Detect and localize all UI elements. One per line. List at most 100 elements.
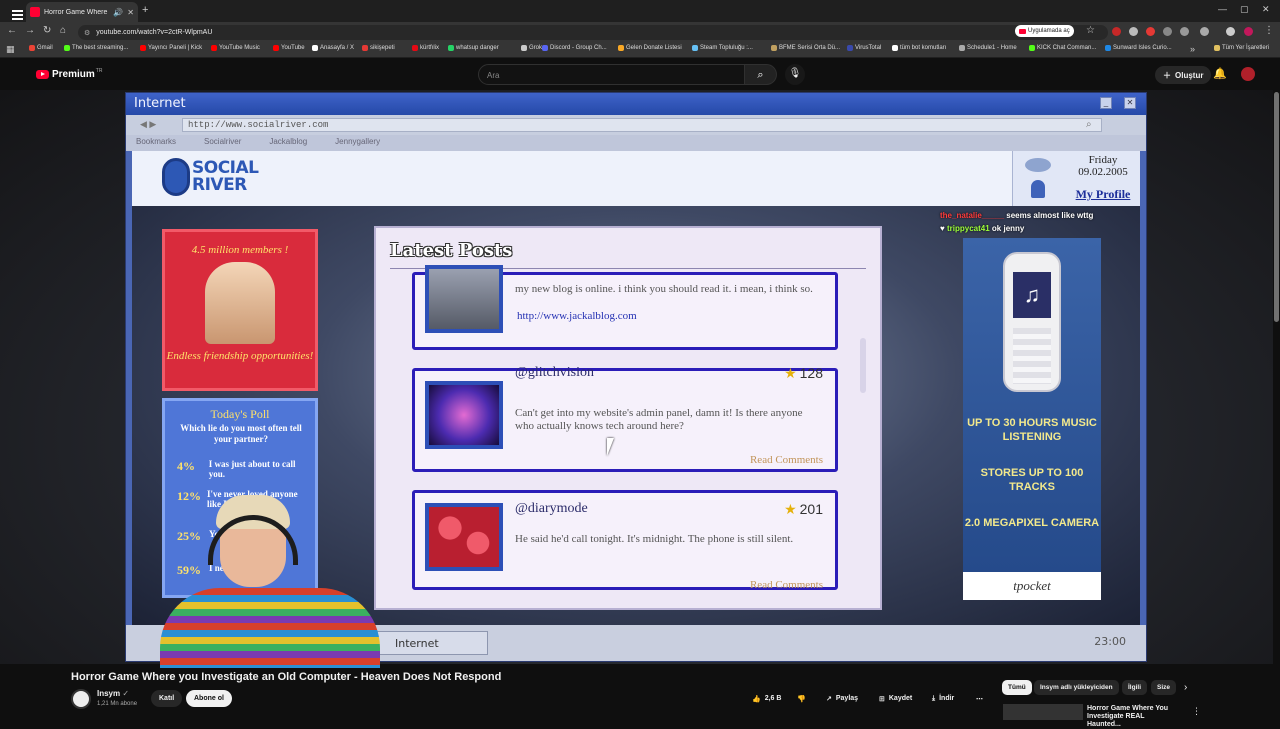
verified-icon: ✓ bbox=[122, 689, 130, 698]
phone-ad: ♫ UP TO 30 HOURS MUSIC LISTENING STORES … bbox=[963, 238, 1101, 600]
bookmark-item[interactable]: Schedule1 - Home bbox=[959, 45, 1017, 51]
socialriver-logo: SOCIAL RIVER bbox=[162, 158, 259, 196]
download-icon[interactable] bbox=[1226, 27, 1235, 36]
join-button[interactable]: Katıl bbox=[151, 690, 183, 707]
members-ad: 4.5 million members ! Endless friendship… bbox=[162, 229, 318, 391]
chip-from-uploader[interactable]: Insym adlı yükleyiciden bbox=[1034, 680, 1119, 695]
share-button[interactable]: ↗ Paylaş bbox=[826, 690, 858, 707]
extension-icon[interactable] bbox=[1146, 27, 1155, 36]
my-profile-link: My Profile bbox=[1075, 187, 1131, 201]
webcam-overlay bbox=[150, 493, 380, 668]
bookmark-favicon-icon bbox=[412, 45, 418, 51]
extension-icon[interactable] bbox=[1112, 27, 1121, 36]
chips-next-icon[interactable]: › bbox=[1184, 682, 1187, 693]
members-ad-headline: 4.5 million members ! bbox=[191, 244, 289, 256]
bookmark-item[interactable]: VirusTotal bbox=[847, 45, 881, 51]
open-in-app-button[interactable]: Uygulamada aç bbox=[1015, 25, 1074, 37]
bookmark-favicon-icon bbox=[1105, 45, 1111, 51]
recommended-more-icon[interactable]: ⋮ bbox=[1192, 706, 1201, 717]
apps-grid-icon[interactable]: ▦ bbox=[6, 44, 15, 55]
browser-tab-bar: Horror Game Where you Investigate an Old… bbox=[0, 0, 1280, 22]
youtube-app-icon bbox=[1019, 28, 1026, 34]
close-tab-icon[interactable]: ✕ bbox=[127, 8, 134, 17]
create-button[interactable]: ＋ Oluştur bbox=[1155, 66, 1212, 84]
more-bookmarks-icon[interactable]: » bbox=[1190, 44, 1195, 54]
extension-icon[interactable] bbox=[1163, 27, 1172, 36]
bookmark-item[interactable]: Anasayfa / X bbox=[312, 45, 354, 51]
bookmark-item[interactable]: Yayıncı Paneli | Kick bbox=[140, 45, 202, 51]
back-icon[interactable]: ← bbox=[7, 25, 17, 36]
post-username: @diarymode bbox=[515, 501, 588, 516]
bookmark-item[interactable]: whatsup danger bbox=[448, 45, 499, 51]
minimize-icon[interactable]: — bbox=[1218, 4, 1227, 14]
bookmark-item[interactable]: BFME Serisi Orta Dü... bbox=[771, 45, 840, 51]
reload-icon[interactable]: ↻ bbox=[43, 25, 51, 36]
browser-tab[interactable]: Horror Game Where you Investigate an Old… bbox=[26, 2, 138, 22]
speaker-icon[interactable]: 🔊 bbox=[113, 8, 123, 17]
subscribe-button[interactable]: Abone ol bbox=[186, 690, 232, 707]
bookmark-item[interactable]: Grok bbox=[521, 45, 542, 51]
channel-name[interactable]: Insym ✓ bbox=[97, 689, 129, 698]
chip-all[interactable]: Tümü bbox=[1002, 680, 1032, 695]
extensions-puzzle-icon[interactable] bbox=[1200, 27, 1209, 36]
forward-icon[interactable]: → bbox=[25, 25, 35, 36]
like-button[interactable]: 👍 2,6 B bbox=[752, 690, 781, 707]
more-actions-button[interactable]: ⋯ bbox=[976, 690, 983, 707]
profile-icon[interactable] bbox=[1244, 27, 1253, 36]
bookmark-star-icon[interactable]: ☆ bbox=[1086, 25, 1095, 36]
address-bar[interactable]: ⚙ youtube.com/watch?v=2ctR-WlpmAU bbox=[78, 25, 1108, 40]
bookmark-item[interactable]: sikişepeti bbox=[362, 45, 395, 51]
bookmark-item[interactable]: tüm bot komutları bbox=[892, 45, 946, 51]
bookmark-item[interactable]: The best streaming... bbox=[64, 45, 128, 51]
microphone-icon[interactable]: 🎙 bbox=[785, 64, 805, 85]
bookmark-item[interactable]: Gelen Donate Listesi bbox=[618, 45, 682, 51]
bookmark-favicon-icon bbox=[1029, 45, 1035, 51]
new-tab-button[interactable]: + bbox=[142, 4, 148, 16]
close-window-icon[interactable]: ✕ bbox=[1262, 4, 1270, 15]
star-icon: ★ bbox=[784, 365, 797, 381]
extension-icon[interactable] bbox=[1180, 27, 1189, 36]
phone-ad-line2: STORES UP TO 100 TRACKS bbox=[980, 467, 1084, 493]
latest-posts-panel: Latest Posts my new blog is online. i th… bbox=[374, 226, 882, 610]
save-button[interactable]: ⊞ Kaydet bbox=[879, 690, 912, 707]
browser-menu-icon[interactable]: ⋮ bbox=[1264, 25, 1274, 36]
user-avatar[interactable] bbox=[1241, 67, 1255, 81]
chat-badge-icon: ♥ bbox=[940, 224, 945, 233]
maximize-icon[interactable]: ▢ bbox=[1240, 4, 1249, 15]
recommended-thumbnail[interactable] bbox=[1003, 704, 1083, 720]
dislike-button[interactable]: 👎 bbox=[797, 690, 806, 707]
post-body: my new blog is online. i think you shoul… bbox=[515, 283, 813, 295]
streamer-sweater bbox=[160, 588, 380, 668]
youtube-logo[interactable]: Premium TR bbox=[36, 68, 102, 80]
bookmark-item[interactable]: Gmail bbox=[29, 45, 53, 51]
bookmark-favicon-icon bbox=[312, 45, 318, 51]
bookmark-item[interactable]: kürtfılix bbox=[412, 45, 439, 51]
phone-ad-line3: 2.0 MEGAPIXEL CAMERA bbox=[964, 517, 1100, 529]
site-header: SOCIAL RIVER Friday 09.02.2005 My Profile bbox=[132, 151, 1140, 206]
bookmark-item[interactable]: Sunward Isles Curio... bbox=[1105, 45, 1172, 51]
recommended-title[interactable]: Horror Game Where You Investigate REAL H… bbox=[1087, 705, 1177, 729]
bookmark-favicon-icon bbox=[847, 45, 853, 51]
jackalblog-link: http://www.jackalblog.com bbox=[517, 310, 637, 322]
download-button[interactable]: ⤓ İndir bbox=[932, 690, 954, 707]
bookmark-item[interactable]: KICK Chat Comman... bbox=[1029, 45, 1096, 51]
bookmark-item[interactable]: Steam Topluluğu :... bbox=[692, 45, 753, 51]
site-info-icon[interactable]: ⚙ bbox=[84, 29, 90, 37]
search-input[interactable]: Ara bbox=[478, 64, 745, 85]
hamburger-menu-icon[interactable] bbox=[12, 10, 23, 22]
chip-for-you[interactable]: Size bbox=[1151, 680, 1177, 695]
notifications-bell-icon[interactable]: 🔔 bbox=[1213, 67, 1227, 80]
home-icon[interactable]: ⌂ bbox=[60, 25, 66, 36]
bookmark-item[interactable]: Discord - Group Ch... bbox=[542, 45, 607, 51]
chip-related[interactable]: İlgili bbox=[1122, 680, 1147, 695]
all-bookmarks-folder[interactable]: Tüm Yer İşaretleri bbox=[1214, 45, 1269, 51]
date-profile-box: Friday 09.02.2005 My Profile bbox=[1012, 151, 1140, 206]
page-scrollbar[interactable] bbox=[1273, 90, 1280, 664]
bookmark-item[interactable]: YouTube bbox=[273, 45, 305, 51]
bookmark-item[interactable]: YouTube Music bbox=[211, 45, 260, 51]
chat-message: the_natalie_____ seems almost like wttg bbox=[940, 211, 1094, 220]
search-icon[interactable]: ⌕ bbox=[745, 64, 777, 85]
channel-avatar[interactable] bbox=[71, 689, 91, 709]
extension-icon[interactable] bbox=[1129, 27, 1138, 36]
scrollbar-thumb[interactable] bbox=[1274, 92, 1279, 322]
